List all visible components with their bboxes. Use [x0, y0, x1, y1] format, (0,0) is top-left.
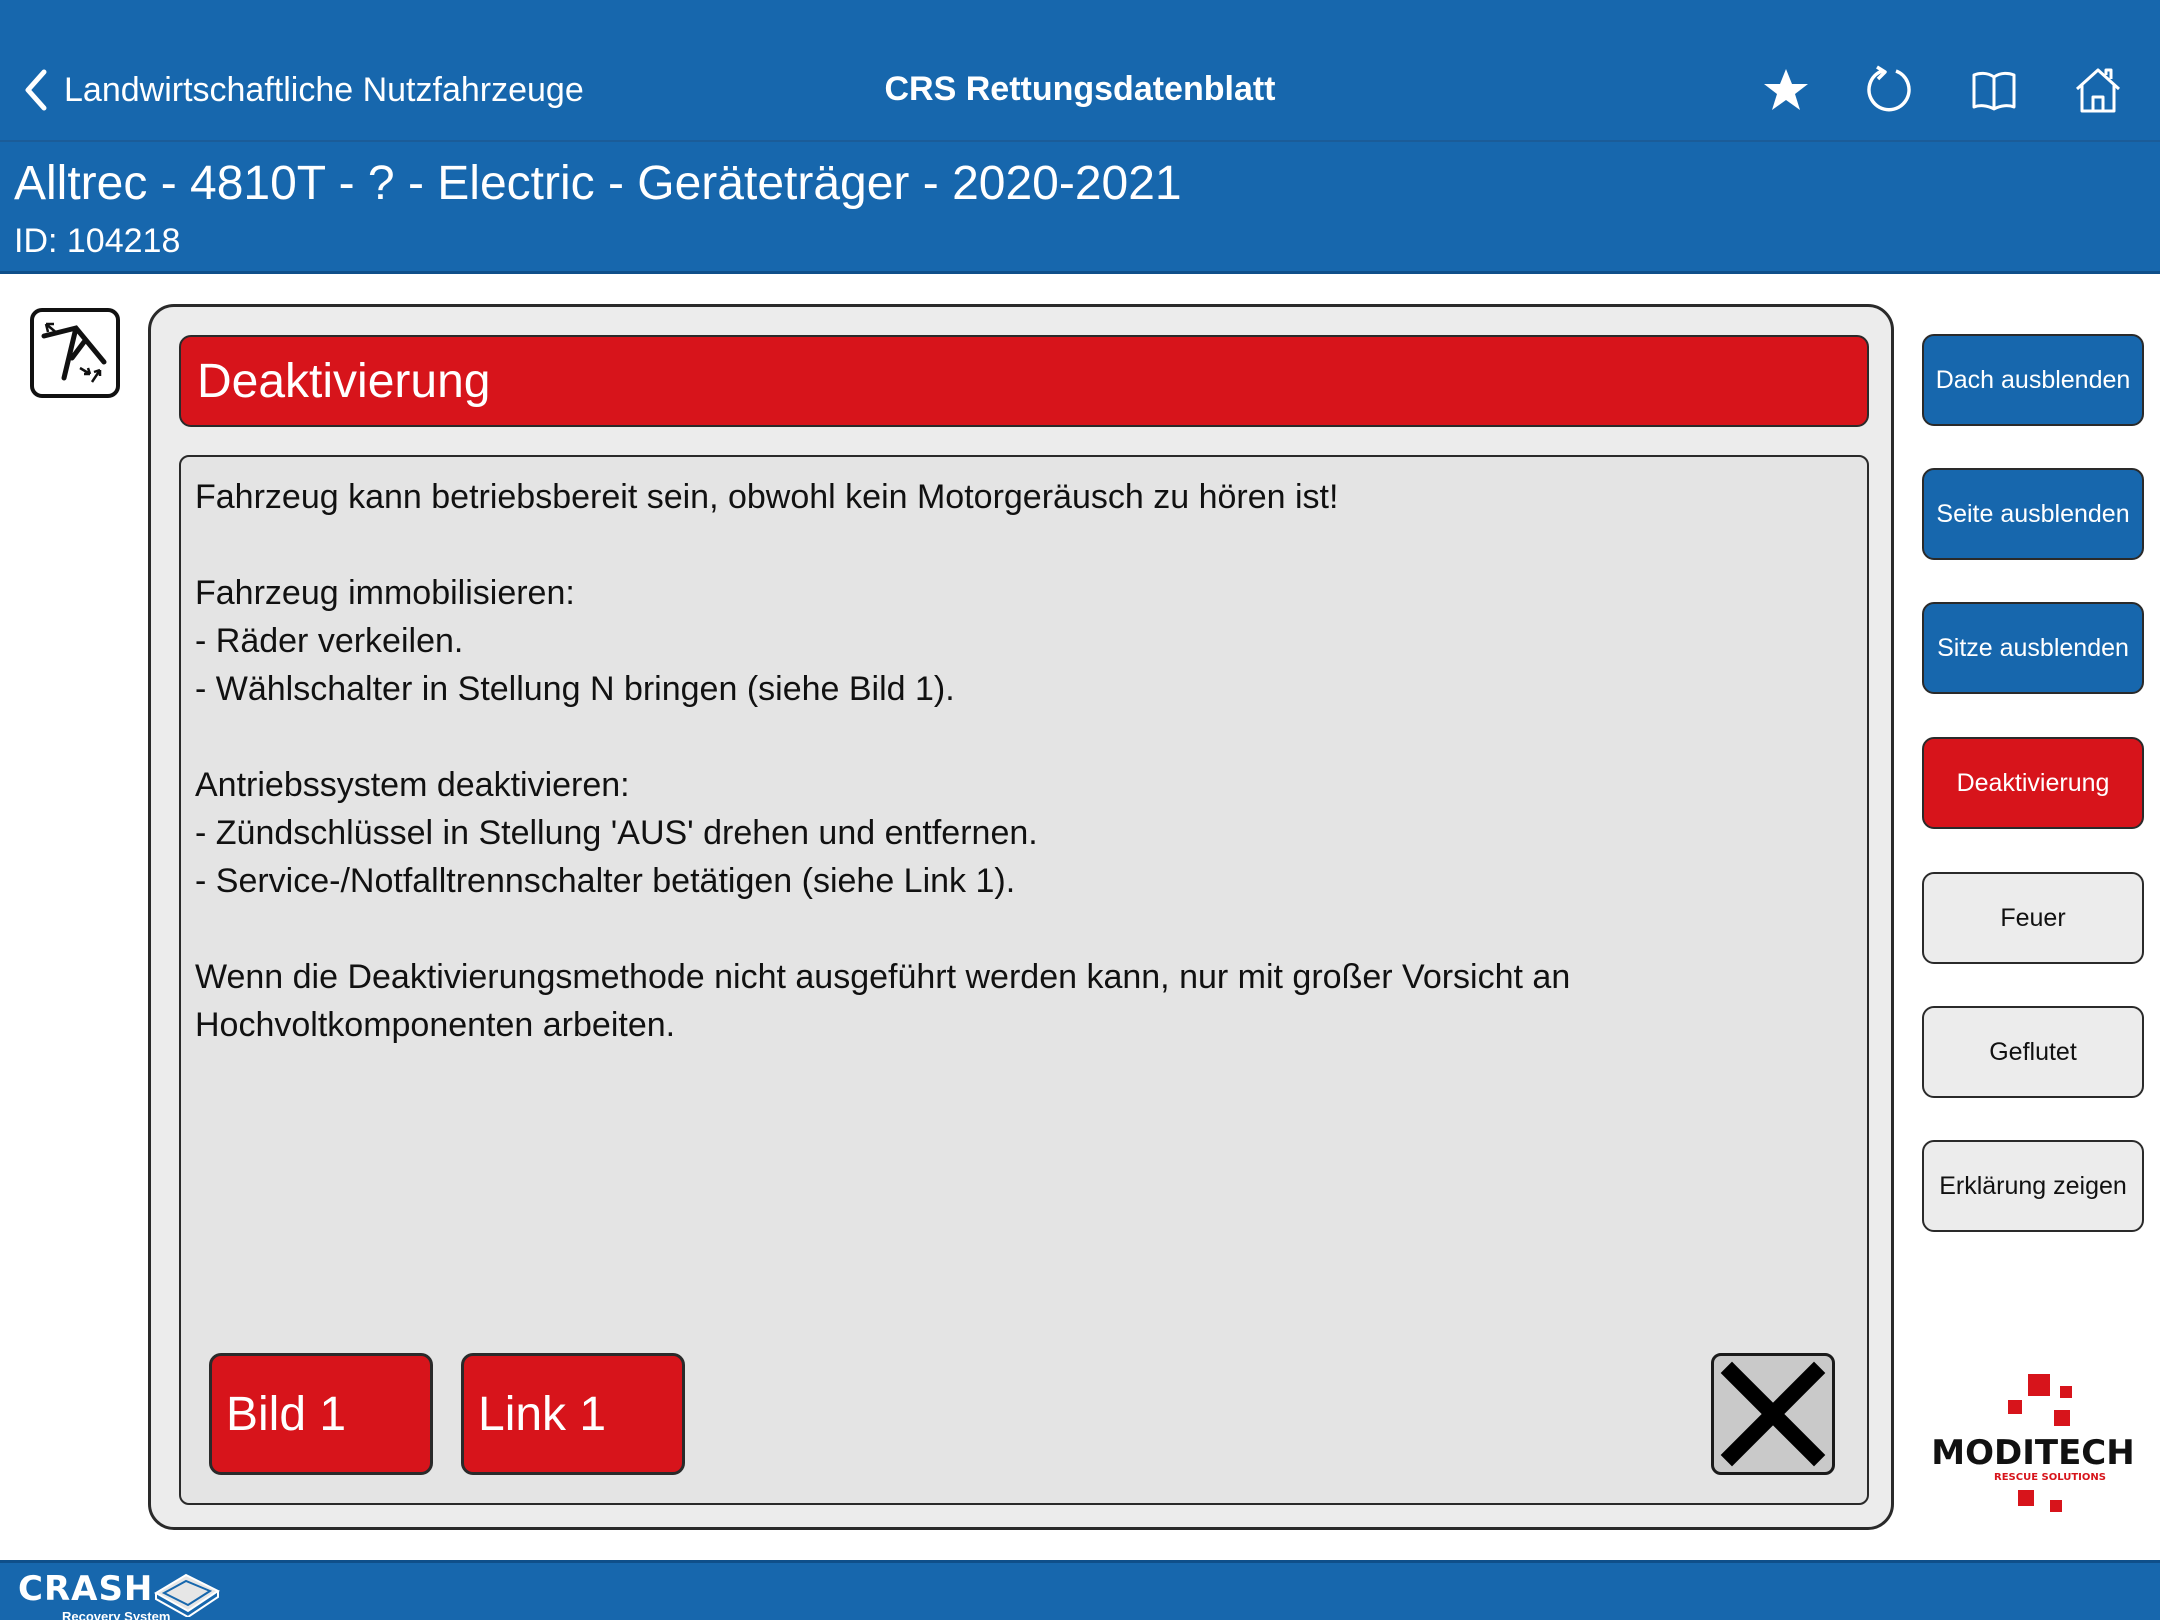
home-button[interactable] — [2070, 62, 2126, 118]
navigation-bar: Landwirtschaftliche Nutzfahrzeuge CRS Re… — [0, 0, 2160, 140]
flooded-button[interactable]: Geflutet — [1922, 1006, 2144, 1098]
hide-side-button[interactable]: Seite ausblenden — [1922, 468, 2144, 560]
refresh-button[interactable] — [1862, 62, 1918, 118]
logo-brand: MODITECH — [1931, 1433, 2134, 1473]
favorite-button[interactable] — [1758, 62, 1814, 118]
hide-roof-button[interactable]: Dach ausblenden — [1922, 334, 2144, 426]
back-button[interactable]: Landwirtschaftliche Nutzfahrzeuge — [22, 66, 584, 114]
star-icon — [1764, 69, 1808, 110]
close-button[interactable] — [1711, 1353, 1835, 1475]
text-line: Fahrzeug kann betriebsbereit sein, obwoh… — [195, 478, 1339, 516]
book-icon — [1972, 71, 2016, 111]
instruction-text: Fahrzeug kann betriebsbereit sein, obwoh… — [195, 473, 1835, 1049]
text-line: Fahrzeug immobilisieren: — [195, 574, 575, 612]
chevron-left-icon — [25, 69, 47, 111]
panel-content[interactable]: Fahrzeug kann betriebsbereit sein, obwoh… — [179, 455, 1869, 1505]
footer-bar: CRASH Recovery System — [0, 1560, 2160, 1620]
car-icon — [154, 1573, 220, 1617]
footer-brand: CRASH — [18, 1569, 154, 1609]
bild-1-button[interactable]: Bild 1 — [209, 1353, 433, 1475]
crash-logo: CRASH Recovery System — [18, 1569, 170, 1620]
hide-seats-button[interactable]: Sitze ausblenden — [1922, 602, 2144, 694]
text-line: Wenn die Deaktivierungsmethode nicht aus… — [195, 958, 1571, 996]
panel-title: Deaktivierung — [179, 335, 1869, 427]
text-line: - Wählschalter in Stellung N bringen (si… — [195, 670, 955, 708]
logo-tagline: RESCUE SOLUTIONS — [1994, 1472, 2106, 1483]
back-button-label: Landwirtschaftliche Nutzfahrzeuge — [64, 70, 584, 109]
vehicle-title: Alltrec - 4810T - ? - Electric - Gerätet… — [14, 157, 1182, 210]
refresh-icon — [1867, 65, 1911, 112]
link-1-button[interactable]: Link 1 — [461, 1353, 685, 1475]
text-line: - Zündschlüssel in Stellung 'AUS' drehen… — [195, 814, 1038, 852]
crash-view-toggle[interactable] — [30, 308, 120, 398]
crash-arrows-icon — [41, 322, 107, 383]
deactivation-panel: Deaktivierung Fahrzeug kann betriebsbere… — [148, 304, 1894, 1530]
home-icon — [2075, 68, 2121, 113]
fire-button[interactable]: Feuer — [1922, 872, 2144, 964]
close-icon — [1720, 1361, 1826, 1467]
deactivation-button[interactable]: Deaktivierung — [1922, 737, 2144, 829]
manual-button[interactable] — [1966, 62, 2022, 118]
text-line: Hochvoltkomponenten arbeiten. — [195, 1006, 676, 1044]
text-line: - Service-/Notfalltrennschalter betätige… — [195, 862, 1016, 900]
vehicle-header: Alltrec - 4810T - ? - Electric - Gerätet… — [0, 140, 2160, 274]
moditech-logo: MODITECH RESCUE SOLUTIONS — [1922, 1370, 2144, 1520]
show-explanation-button[interactable]: Erklärung zeigen — [1922, 1140, 2144, 1232]
text-line: Antriebssystem deaktivieren: — [195, 766, 630, 804]
vehicle-id: ID: 104218 — [14, 222, 181, 260]
text-line: - Räder verkeilen. — [195, 622, 464, 660]
